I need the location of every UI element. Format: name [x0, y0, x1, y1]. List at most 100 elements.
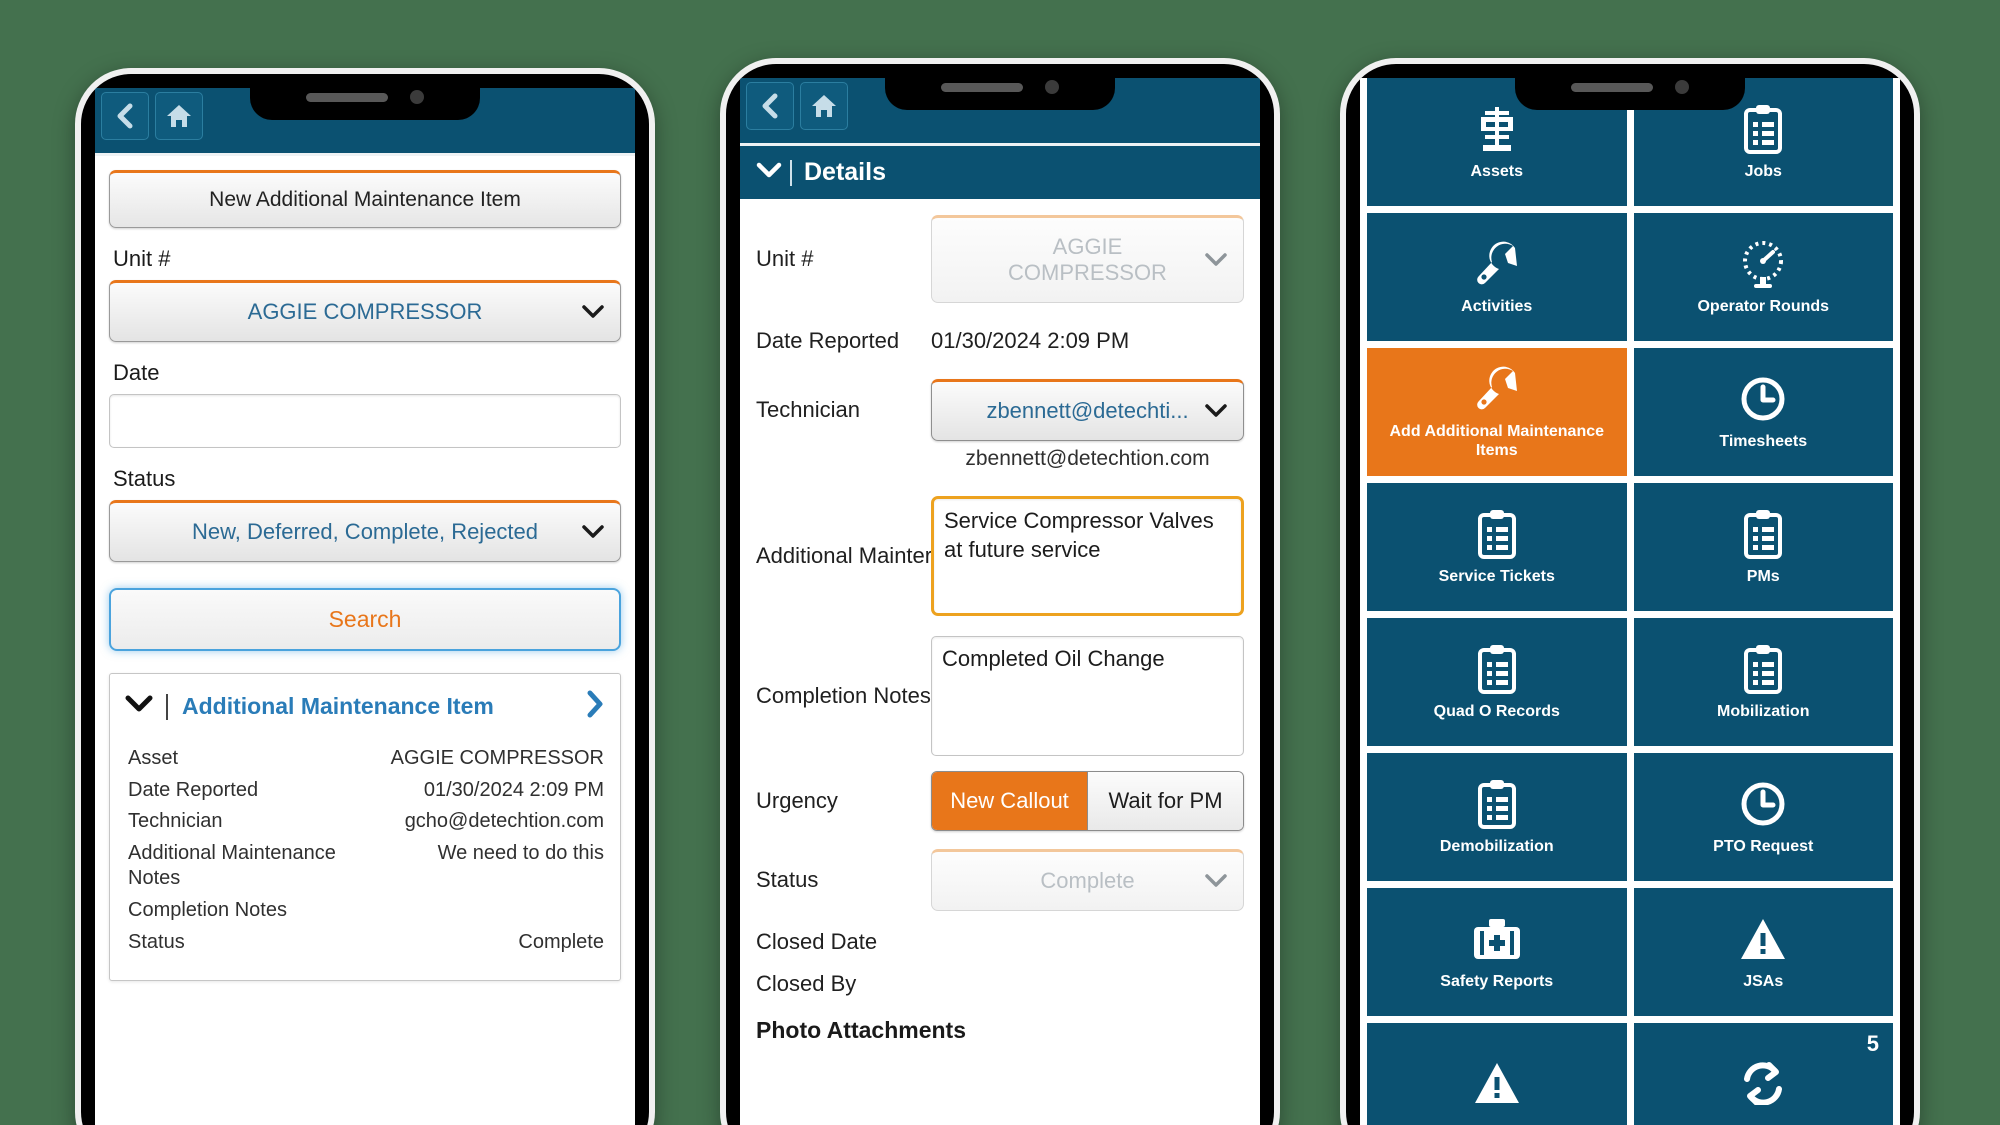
additional-notes-row: Additional Mainter	[756, 491, 1244, 621]
tile-add-additional-maintenance-items[interactable]: Add Additional Maintenance Items	[1367, 348, 1627, 476]
home-icon[interactable]	[155, 92, 203, 140]
table-row: Additional Maintenance Notes We need to …	[128, 838, 604, 895]
phone2-notch	[885, 64, 1115, 110]
completion-notes-label: Completion Notes	[756, 683, 931, 708]
chevron-down-icon[interactable]	[124, 695, 154, 718]
additional-maintenance-item-card: Additional Maintenance Item Asset AGGIE …	[109, 673, 621, 982]
unit-select-value: AGGIE COMPRESSOR	[247, 299, 483, 324]
table-row: Completion Notes	[128, 895, 604, 927]
date-reported-row: Date Reported 01/30/2024 2:09 PM	[756, 313, 1244, 369]
tile-service-tickets[interactable]: Service Tickets	[1367, 483, 1627, 611]
details-form: Unit # AGGIE COMPRESSOR Date Reported 01…	[740, 199, 1260, 1044]
technician-full-value: zbennett@detechtion.com	[965, 447, 1210, 470]
clipboard-icon	[1743, 508, 1783, 560]
table-row: Date Reported 01/30/2024 2:09 PM	[128, 775, 604, 807]
tile-pto-request[interactable]: PTO Request	[1633, 753, 1893, 881]
tile-activities[interactable]: Activities	[1367, 213, 1627, 341]
tile-label: JSAs	[1743, 972, 1784, 990]
phone2-volume-up-button	[720, 326, 722, 404]
tile-quad-o-records[interactable]: Quad O Records	[1367, 618, 1627, 746]
back-chevron-icon[interactable]	[101, 92, 149, 140]
status-label: Status	[756, 867, 819, 892]
completion-notes-textarea[interactable]	[931, 636, 1244, 756]
urgency-option-new-callout[interactable]: New Callout	[932, 772, 1087, 830]
row-value: gcho@detechtion.com	[404, 810, 604, 833]
phone3-screen: Assets Jobs Activities Operator Rounds A…	[1360, 78, 1900, 1125]
back-chevron-icon[interactable]	[746, 82, 794, 130]
date-input[interactable]	[109, 394, 621, 448]
new-additional-maintenance-item-button[interactable]: New Additional Maintenance Item	[109, 170, 621, 228]
table-row: Status Complete	[128, 927, 604, 959]
phone1-screen: New Additional Maintenance Item Unit # A…	[95, 88, 635, 1125]
screenshot-canvas: New Additional Maintenance Item Unit # A…	[0, 0, 2000, 1125]
phone2-body: Details Unit # AGGIE COMPRESSOR Date Rep…	[740, 146, 1260, 1125]
photo-attachments-header: Photo Attachments	[756, 1017, 966, 1043]
chevron-down-icon[interactable]	[756, 162, 782, 183]
tile-jsas[interactable]: JSAs	[1633, 888, 1893, 1016]
home-icon[interactable]	[800, 82, 848, 130]
phone1-notch	[250, 74, 480, 120]
unit-row: Unit # AGGIE COMPRESSOR	[756, 215, 1244, 303]
additional-maintenance-notes-textarea[interactable]	[931, 496, 1244, 616]
search-button[interactable]: Search	[109, 588, 621, 651]
row-value: 01/30/2024 2:09 PM	[423, 778, 604, 801]
medical-kit-icon	[1472, 913, 1522, 965]
clipboard-icon	[1477, 508, 1517, 560]
technician-row: Technician zbennett@detechti...	[756, 379, 1244, 441]
details-section-header[interactable]: Details	[740, 146, 1260, 199]
header-divider	[790, 159, 792, 186]
speaker-grille	[941, 82, 1023, 92]
phone-mockup-details: Details Unit # AGGIE COMPRESSOR Date Rep…	[720, 58, 1280, 1125]
row-key: Technician	[128, 810, 223, 833]
tile-timesheets[interactable]: Timesheets	[1633, 348, 1893, 476]
closed-by-label: Closed By	[756, 971, 857, 996]
chevron-right-icon[interactable]	[586, 690, 604, 723]
technician-select-value: zbennett@detechti...	[986, 398, 1189, 423]
chevron-down-icon	[582, 519, 604, 545]
tile-safety-reports[interactable]: Safety Reports	[1367, 888, 1627, 1016]
tile-warning[interactable]	[1367, 1023, 1627, 1125]
chevron-down-icon	[1205, 398, 1227, 424]
row-value: AGGIE COMPRESSOR	[390, 747, 604, 769]
tile-pms[interactable]: PMs	[1633, 483, 1893, 611]
clipboard-icon	[1743, 103, 1783, 155]
phone2-volume-down-button	[720, 420, 722, 498]
tile-demobilization[interactable]: Demobilization	[1367, 753, 1627, 881]
phone2-screen: Details Unit # AGGIE COMPRESSOR Date Rep…	[740, 78, 1260, 1125]
technician-label: Technician	[756, 397, 860, 422]
unit-label: Unit #	[756, 246, 814, 271]
row-key: Additional Maintenance Notes	[128, 841, 336, 890]
row-key: Completion Notes	[128, 898, 287, 921]
phone3-mute-button	[1340, 254, 1342, 298]
tile-label: Safety Reports	[1440, 972, 1554, 990]
wrench-icon	[1473, 363, 1521, 415]
menu-tile-grid: Assets Jobs Activities Operator Rounds A…	[1360, 78, 1900, 1125]
clipboard-icon	[1477, 643, 1517, 695]
tile-label: Assets	[1470, 162, 1523, 180]
status-select[interactable]: New, Deferred, Complete, Rejected	[109, 500, 621, 562]
unit-select[interactable]: AGGIE COMPRESSOR	[109, 280, 621, 342]
result-card-header[interactable]: Additional Maintenance Item	[110, 674, 620, 737]
tile-sync[interactable]: 5	[1633, 1023, 1893, 1125]
tile-label: Add Additional Maintenance Items	[1389, 423, 1605, 459]
urgency-option-wait-for-pm[interactable]: Wait for PM	[1087, 772, 1243, 830]
urgency-segmented-control[interactable]: New Callout Wait for PM	[931, 771, 1244, 831]
tile-operator-rounds[interactable]: Operator Rounds	[1633, 213, 1893, 341]
phone1-mute-button	[75, 264, 77, 308]
chevron-down-icon	[1205, 868, 1227, 894]
wrench-icon	[1473, 238, 1521, 290]
warning-triangle-icon	[1739, 913, 1787, 965]
wellhead-icon	[1475, 103, 1519, 155]
tile-mobilization[interactable]: Mobilization	[1633, 618, 1893, 746]
tile-label: Activities	[1461, 297, 1533, 315]
tile-label: Quad O Records	[1433, 702, 1560, 720]
clipboard-icon	[1743, 643, 1783, 695]
status-field-label: Status	[113, 466, 176, 491]
urgency-label: Urgency	[756, 788, 838, 813]
completion-notes-row: Completion Notes	[756, 631, 1244, 761]
technician-select[interactable]: zbennett@detechti...	[931, 379, 1244, 441]
status-select-value: New, Deferred, Complete, Rejected	[191, 519, 539, 544]
phone3-volume-down-button	[1340, 420, 1342, 498]
front-camera	[1675, 80, 1689, 94]
unit-select-value: AGGIE COMPRESSOR	[1008, 234, 1167, 285]
